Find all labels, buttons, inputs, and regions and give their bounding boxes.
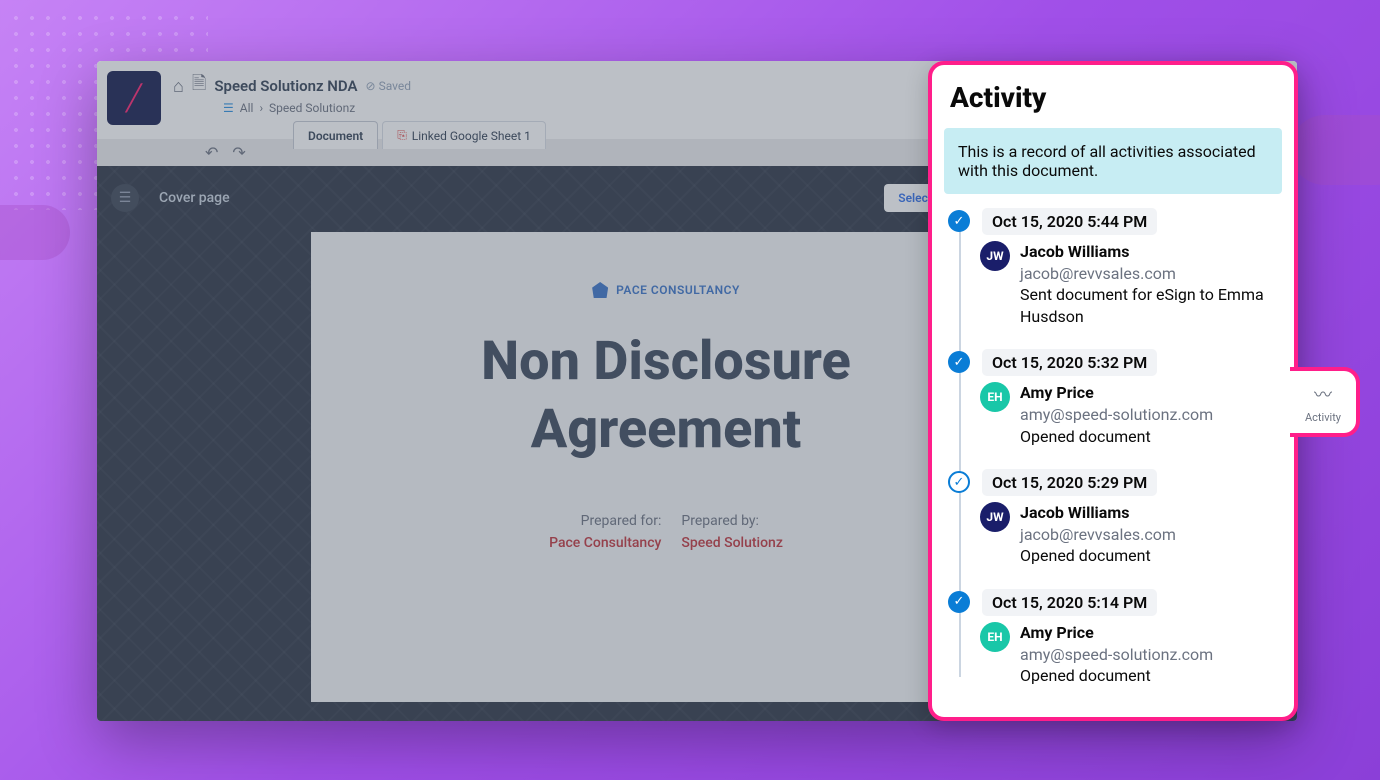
activity-user-name: Jacob Williams [1020,502,1176,524]
activity-user-email: amy@speed-solutionz.com [1020,644,1213,666]
activity-user-name: Amy Price [1020,382,1213,404]
activity-user-name: Amy Price [1020,622,1213,644]
activity-user-email: jacob@revvsales.com [1020,524,1176,546]
check-icon: ✓ [948,351,970,373]
link-icon: ⎘ [397,128,407,143]
activity-item: ✓ Oct 15, 2020 5:14 PM EH Amy Priceamy@spee… [948,589,1282,687]
check-icon: ✓ [948,591,970,613]
activity-timestamp: Oct 15, 2020 5:32 PM [982,349,1157,376]
avatar: JW [980,502,1010,532]
activity-description: This is a record of all activities assoc… [944,128,1282,194]
undo-icon[interactable]: ↶ [205,143,218,162]
avatar: JW [980,241,1010,271]
breadcrumb-current[interactable]: Speed Solutionz [269,101,355,115]
activity-description-text: Sent document for eSign to Emma Husdson [1020,284,1282,327]
decorative-cloud [0,205,70,260]
document-heading: Non Disclosure Agreement [351,328,981,463]
activity-tab-callout[interactable]: 〰 Activity [1290,367,1360,437]
activity-user-email: jacob@revvsales.com [1020,263,1282,285]
activity-user-email: amy@speed-solutionz.com [1020,404,1213,426]
activity-panel: 〰 Activity Activity This is a record of … [928,61,1298,721]
saved-badge: ⊘ Saved [366,79,412,93]
page-indicator-icon[interactable]: ☰ [111,184,139,212]
brand-row: PACE CONSULTANCY [351,282,981,298]
activity-timestamp: Oct 15, 2020 5:29 PM [982,469,1157,496]
activity-description-text: Opened document [1020,665,1213,687]
activity-title: Activity [932,81,1294,124]
check-icon: ✓ [948,210,970,232]
activity-item: ✓ Oct 15, 2020 5:29 PM JW Jacob Williamsjac… [948,469,1282,567]
brand-name: PACE CONSULTANCY [616,283,740,297]
document-page: PACE CONSULTANCY Non Disclosure Agreemen… [311,232,1021,702]
avatar: EH [980,622,1010,652]
brand-logo-icon [592,282,608,298]
tab-linked-sheet[interactable]: ⎘ Linked Google Sheet 1 [382,121,546,149]
activity-item: ✓ Oct 15, 2020 5:32 PM EH Amy Priceamy@spee… [948,349,1282,447]
document-title: Speed Solutionz NDA [214,77,357,95]
prepared-by-label: Prepared by: [681,513,783,529]
prepared-for-label: Prepared for: [549,513,661,529]
redo-icon[interactable]: ↷ [232,143,245,162]
activity-pulse-icon: 〰 [1314,381,1332,407]
activity-description-text: Opened document [1020,545,1176,567]
activity-item: ✓ Oct 15, 2020 5:44 PM JW Jacob Williamsjac… [948,208,1282,327]
activity-timestamp: Oct 15, 2020 5:14 PM [982,589,1157,616]
activity-user-name: Jacob Williams [1020,241,1282,263]
activity-list: ✓Oct 15, 2020 5:44 PMJWJacob Williamsjac… [932,208,1294,687]
folder-icon: ☰ [223,101,234,115]
tab-document[interactable]: Document [293,121,378,149]
decorative-cloud [1290,115,1380,185]
document-icon: 🗎 [192,71,206,101]
prepared-for-value: Pace Consultancy [549,535,661,551]
home-icon[interactable]: ⌂ [173,76,184,97]
app-logo[interactable]: / [107,71,161,125]
avatar: EH [980,382,1010,412]
cover-page-label: Cover page [159,190,230,206]
prepared-by-value: Speed Solutionz [681,535,783,551]
logo-slash-icon: / [127,76,142,120]
check-icon: ✓ [948,471,970,493]
check-icon: ⊘ [366,79,376,93]
breadcrumb-all[interactable]: All [240,101,254,115]
activity-timestamp: Oct 15, 2020 5:44 PM [982,208,1157,235]
activity-description-text: Opened document [1020,426,1213,448]
